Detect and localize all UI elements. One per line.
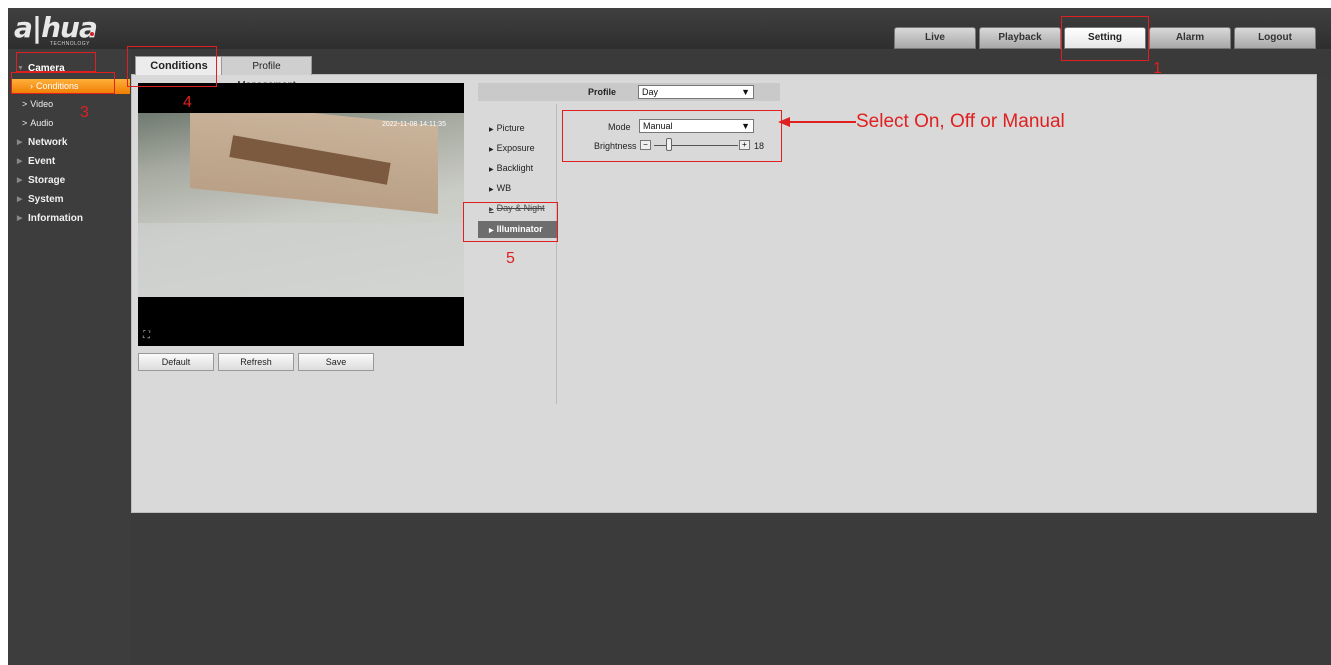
sidebar-item-event[interactable]: ▶ Event xyxy=(8,153,131,170)
profile-label: Profile xyxy=(588,87,617,97)
triangle-right-icon: ▶ xyxy=(489,187,494,193)
dahua-logo: a|hua xyxy=(14,11,98,44)
menu-item-label: WB xyxy=(496,183,512,193)
annotation-box-camera xyxy=(16,52,96,72)
triangle-right-icon: ▶ xyxy=(489,127,494,133)
profile-select-value: Day xyxy=(642,87,659,97)
sidebar-sub-audio[interactable]: > Audio xyxy=(8,116,131,131)
profile-select[interactable]: Day ▼ xyxy=(638,85,754,99)
menu-item-exposure[interactable]: ▶ Exposure xyxy=(478,140,557,157)
image-wall xyxy=(138,223,464,297)
triangle-right-icon: ▶ xyxy=(17,196,23,203)
default-button[interactable]: Default xyxy=(138,353,214,371)
menu-item-wb[interactable]: ▶ WB xyxy=(478,180,557,197)
triangle-right-icon: ▶ xyxy=(489,167,494,173)
refresh-button[interactable]: Refresh xyxy=(218,353,294,371)
annotation-box-conditions-sidebar xyxy=(11,72,115,94)
sidebar-item-label: Network xyxy=(28,137,68,148)
tab-profile-management[interactable]: Profile Management xyxy=(221,56,312,91)
nav-tab-live[interactable]: Live xyxy=(894,27,976,49)
logo-subtitle: TECHNOLOGY xyxy=(50,41,91,47)
video-preview: 2022-11-08 14:11:35 ⛶ xyxy=(138,83,464,346)
chevron-right-icon: > xyxy=(22,99,28,109)
annotation-number-4: 4 xyxy=(183,94,192,111)
sidebar-item-network[interactable]: ▶ Network xyxy=(8,134,131,151)
sidebar-sub-label: Audio xyxy=(30,118,54,128)
sidebar-sub-label: Video xyxy=(30,99,54,109)
nav-tab-logout[interactable]: Logout xyxy=(1234,27,1316,49)
menu-item-label: Picture xyxy=(496,123,525,133)
annotation-number-5: 5 xyxy=(506,250,515,267)
logo-dot xyxy=(90,32,94,36)
menu-item-label: Exposure xyxy=(496,143,535,153)
annotation-box-conditions-tab xyxy=(127,46,217,87)
sidebar-item-system[interactable]: ▶ System xyxy=(8,191,131,208)
annotation-callout: Select On, Off or Manual xyxy=(856,111,1065,132)
camera-image xyxy=(138,113,464,297)
save-button[interactable]: Save xyxy=(298,353,374,371)
chevron-right-icon: > xyxy=(22,118,28,128)
nav-tab-playback[interactable]: Playback xyxy=(979,27,1061,49)
sidebar-item-label: Storage xyxy=(28,175,66,186)
sidebar-item-label: System xyxy=(28,194,64,205)
triangle-right-icon: ▶ xyxy=(489,147,494,153)
nav-tab-alarm[interactable]: Alarm xyxy=(1149,27,1231,49)
annotation-number-3: 3 xyxy=(80,104,89,121)
chevron-down-icon: ▼ xyxy=(741,87,750,97)
annotation-arrow-icon xyxy=(778,117,856,127)
triangle-right-icon: ▶ xyxy=(17,158,23,165)
triangle-right-icon: ▶ xyxy=(17,177,23,184)
annotation-box-setting xyxy=(1061,16,1149,61)
sidebar-sub-video[interactable]: > Video xyxy=(8,97,131,112)
app-window: a|hua TECHNOLOGY Live Playback Setting A… xyxy=(8,8,1331,665)
triangle-right-icon: ▶ xyxy=(17,215,23,222)
sidebar-item-information[interactable]: ▶ Information xyxy=(8,210,131,227)
annotation-box-illuminator-settings xyxy=(562,110,782,162)
menu-item-label: Backlight xyxy=(496,163,534,173)
sidebar-item-label: Information xyxy=(28,213,83,224)
annotation-number-1: 1 xyxy=(1153,60,1162,77)
annotation-box-illuminator xyxy=(463,202,558,242)
sidebar: ▼ Camera › Conditions > Video > Audio ▶ Net… xyxy=(8,49,131,665)
menu-item-backlight[interactable]: ▶ Backlight xyxy=(478,160,557,177)
sidebar-item-storage[interactable]: ▶ Storage xyxy=(8,172,131,189)
triangle-right-icon: ▶ xyxy=(17,139,23,146)
conditions-menu: ▶ Picture ▶ Exposure ▶ Backlight ▶ WB ▶ Day &… xyxy=(478,104,557,404)
fullscreen-icon[interactable]: ⛶ xyxy=(143,330,150,341)
video-timestamp: 2022-11-08 14:11:35 xyxy=(382,121,446,128)
sidebar-item-label: Event xyxy=(28,156,56,167)
menu-item-picture[interactable]: ▶ Picture xyxy=(478,120,557,137)
